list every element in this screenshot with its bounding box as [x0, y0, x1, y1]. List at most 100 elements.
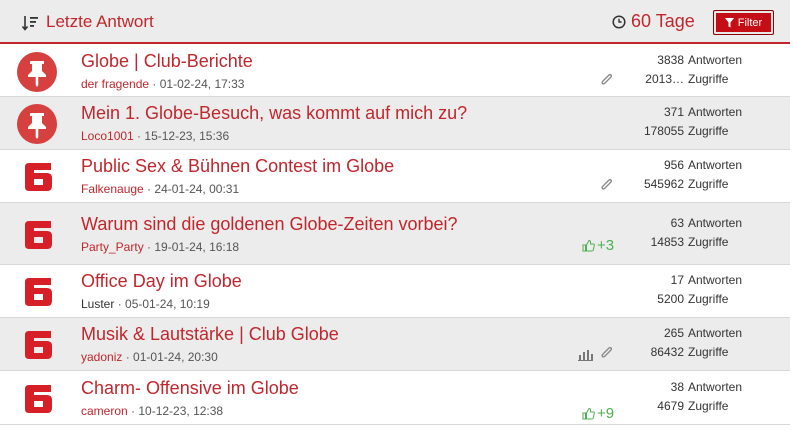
- thread-date: 24-01-24, 00:31: [154, 182, 240, 196]
- thread-title[interactable]: Office Day im Globe: [81, 271, 242, 292]
- thread-date: 15-12-23, 15:36: [144, 129, 230, 143]
- replies-stat: 3838 Antworten: [604, 53, 742, 67]
- filter-label: Filter: [737, 16, 763, 29]
- poll-icon: [578, 350, 593, 361]
- six-logo: [25, 331, 52, 359]
- thread-meta: Party_Party · 19-01-24, 16:18: [81, 240, 239, 254]
- views-label: Zugriffe: [688, 234, 729, 249]
- views-label: Zugriffe: [688, 292, 729, 306]
- thread-author[interactable]: Loco1001: [81, 129, 134, 143]
- views-stat: 545962 Zugriffe: [604, 177, 729, 191]
- thread-title[interactable]: Charm- Offensive im Globe: [81, 378, 299, 399]
- meta-separator: ·: [143, 239, 155, 254]
- thread-date: 19-01-24, 16:18: [154, 239, 240, 254]
- views-stat: 178055 Zugriffe: [604, 124, 729, 138]
- meta-separator: ·: [143, 182, 155, 196]
- replies-count: 371: [663, 105, 684, 119]
- thread-row[interactable]: Mein 1. Globe-Besuch, was kommt auf mich…: [0, 97, 790, 150]
- replies-stat: 38 Antworten: [604, 380, 742, 394]
- views-label: Zugriffe: [688, 72, 729, 86]
- six-logo: [25, 384, 52, 413]
- replies-count: 17: [670, 273, 684, 287]
- six-logo: [25, 278, 52, 306]
- replies-label: Antworten: [688, 326, 743, 340]
- views-count: 545962: [643, 177, 684, 191]
- replies-stat: 63 Antworten: [604, 216, 742, 230]
- replies-stat: 371 Antworten: [604, 105, 742, 119]
- views-stat: 5200 Zugriffe: [604, 292, 728, 306]
- sort-icon[interactable]: [22, 14, 38, 32]
- thumbs-up-icon: [582, 407, 595, 420]
- timeframe-dropdown[interactable]: 60 Tage: [631, 11, 695, 32]
- views-label: Zugriffe: [688, 398, 729, 413]
- six-logo: [25, 220, 52, 249]
- meta-separator: ·: [127, 403, 139, 418]
- thread-meta: Falkenauge · 24-01-24, 00:31: [81, 182, 239, 196]
- thread-row[interactable]: Public Sex & Bühnen Contest im Globe Falk…: [0, 150, 790, 203]
- list-header: Letzte Antwort 60 Tage Filter: [0, 0, 790, 44]
- replies-count: 956: [663, 158, 684, 172]
- six-logo: [25, 163, 52, 191]
- sort-dropdown[interactable]: Letzte Antwort: [46, 12, 154, 32]
- replies-label: Antworten: [688, 273, 743, 287]
- views-count: 2013…: [645, 72, 684, 86]
- views-label: Zugriffe: [688, 124, 729, 138]
- thread-meta: Luster · 05-01-24, 10:19: [81, 297, 210, 311]
- replies-stat: 956 Antworten: [604, 158, 742, 172]
- views-label: Zugriffe: [688, 345, 729, 359]
- thread-row[interactable]: Office Day im Globe Luster · 05-01-24, 10…: [0, 265, 790, 318]
- thread-author[interactable]: der fragende: [81, 77, 149, 91]
- thread-row[interactable]: Charm- Offensive im Globe cameron · 10-12…: [0, 371, 790, 425]
- thread-author[interactable]: Luster: [81, 297, 114, 311]
- thread-meta: Loco1001 · 15-12-23, 15:36: [81, 129, 229, 143]
- thumbs-up-icon: [582, 239, 595, 252]
- thread-title[interactable]: Mein 1. Globe-Besuch, was kommt auf mich…: [81, 103, 467, 124]
- replies-label: Antworten: [688, 53, 743, 67]
- views-stat: 14853 Zugriffe: [604, 234, 729, 249]
- views-stat: 4679 Zugriffe: [604, 399, 728, 413]
- thread-row[interactable]: Warum sind die goldenen Globe-Zeiten vor…: [0, 203, 790, 265]
- views-count: 14853: [650, 234, 684, 249]
- thread-date: 05-01-24, 10:19: [125, 297, 210, 311]
- views-count: 4679: [657, 398, 684, 413]
- filter-button[interactable]: Filter: [713, 10, 774, 35]
- thread-meta: der fragende · 01-02-24, 17:33: [81, 77, 244, 91]
- replies-count: 38: [670, 379, 684, 394]
- thread-title[interactable]: Warum sind die goldenen Globe-Zeiten vor…: [81, 214, 458, 235]
- filter-icon: [724, 17, 734, 27]
- thread-author[interactable]: Party_Party: [81, 240, 144, 254]
- pin-icon: [17, 104, 57, 144]
- meta-separator: ·: [149, 77, 160, 91]
- views-count: 86432: [650, 345, 684, 359]
- views-count: 5200: [657, 292, 684, 306]
- views-label: Zugriffe: [688, 177, 729, 191]
- replies-label: Antworten: [688, 105, 743, 119]
- thread-title[interactable]: Musik & Lautstärke | Club Globe: [81, 324, 339, 345]
- replies-count: 63: [670, 215, 684, 230]
- thread-author[interactable]: Falkenauge: [81, 182, 144, 196]
- thread-row[interactable]: Globe | Club-Berichte der fragende · 01-0…: [0, 45, 790, 97]
- thread-date: 01-01-24, 20:30: [133, 350, 218, 364]
- meta-separator: ·: [133, 129, 145, 143]
- thread-date: 01-02-24, 17:33: [159, 77, 245, 91]
- views-stat: 2013… Zugriffe: [604, 72, 728, 86]
- thread-author[interactable]: yadoniz: [81, 350, 122, 364]
- views-count: 178055: [643, 124, 684, 138]
- meta-separator: ·: [122, 350, 134, 364]
- thread-author[interactable]: cameron: [81, 404, 128, 418]
- replies-label: Antworten: [688, 379, 743, 394]
- thread-date: 10-12-23, 12:38: [138, 403, 224, 418]
- thread-list: Letzte Antwort 60 Tage Filter Globe | Cl…: [0, 0, 797, 436]
- replies-stat: 265 Antworten: [604, 326, 742, 340]
- thread-meta: cameron · 10-12-23, 12:38: [81, 404, 223, 418]
- replies-label: Antworten: [688, 158, 743, 172]
- replies-stat: 17 Antworten: [604, 273, 742, 287]
- views-stat: 86432 Zugriffe: [604, 345, 729, 359]
- replies-label: Antworten: [688, 215, 743, 230]
- thread-meta: yadoniz · 01-01-24, 20:30: [81, 350, 218, 364]
- thread-title[interactable]: Globe | Club-Berichte: [81, 51, 253, 72]
- thread-title[interactable]: Public Sex & Bühnen Contest im Globe: [81, 156, 394, 177]
- replies-count: 3838: [657, 53, 684, 67]
- thread-row[interactable]: Musik & Lautstärke | Club Globe yadoniz ·…: [0, 318, 790, 371]
- clock-icon: [612, 15, 626, 29]
